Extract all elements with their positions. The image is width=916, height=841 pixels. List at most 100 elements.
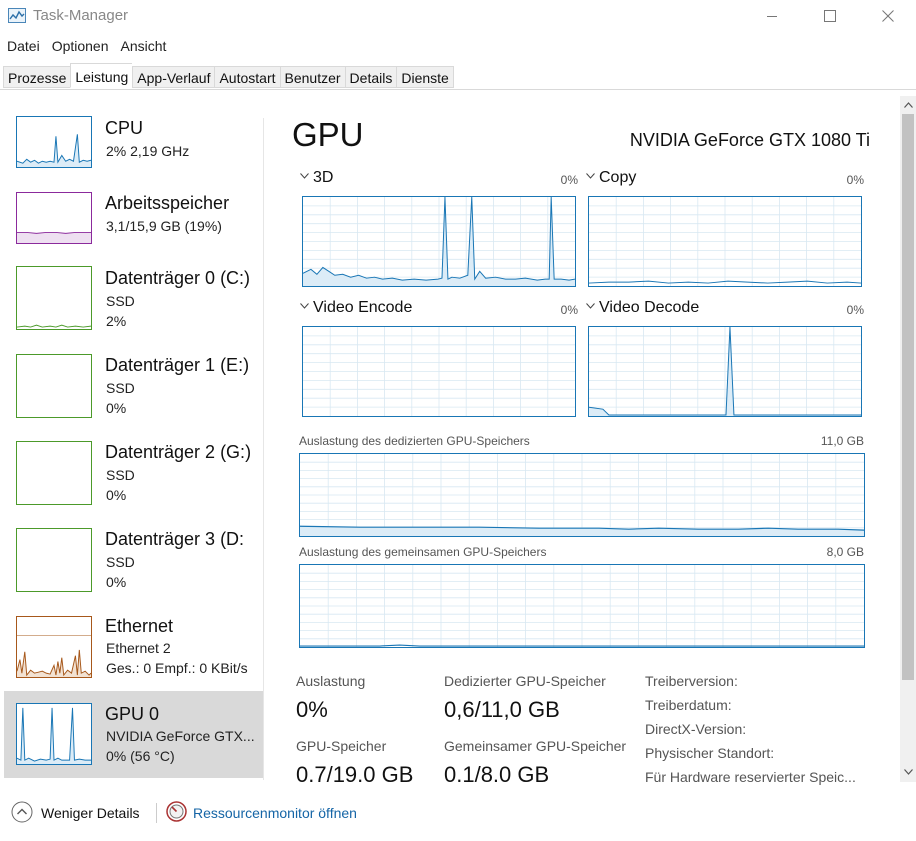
engine-selector-copy[interactable]: Copy [586,169,636,187]
maximize-icon [824,10,836,22]
footer-bar: Weniger Details Ressourcenmonitor öffnen [0,790,916,841]
title-bar: Task-Manager [0,0,916,32]
sidebar-item-value: 0% (56 °C) [106,748,175,764]
engine-label: Video Decode [599,299,700,316]
sidebar-item-memory[interactable]: Arbeitsspeicher 3,1/15,9 GB (19%) [4,186,263,256]
graph-dedicated-memory [299,453,865,537]
tab-autostart[interactable]: Autostart [214,66,280,88]
sidebar-item-cpu[interactable]: CPU 2% 2,19 GHz [4,104,263,186]
directx-version-label: DirectX-Version: [645,721,747,737]
sidebar-item-title: Datenträger 2 (G:) [105,442,252,462]
sidebar-item-detail: SSD [106,554,135,570]
minimize-button[interactable] [743,0,801,32]
driver-version-label: Treiberversion: [645,673,738,689]
hardware-reserved-memory-label: Für Hardware reservierter Speic... [645,769,856,785]
scroll-down-button[interactable] [900,764,916,780]
sidebar-item-disk-2[interactable]: Datenträger 2 (G:) SSD 0% [4,429,263,516]
sidebar-divider [263,118,264,780]
sidebar-item-ethernet[interactable]: Ethernet Ethernet 2 Ges.: 0 Empf.: 0 KBi… [4,603,263,691]
tab-details[interactable]: Details [344,66,397,88]
utilization-label: Auslastung [296,673,366,689]
chevron-down-icon [586,173,595,179]
sidebar-item-value: 0% [106,574,127,590]
tab-dienste[interactable]: Dienste [396,66,454,88]
tab-bar: Prozesse Leistung App-Verlauf Autostart … [0,63,916,90]
engine-selector-3d[interactable]: 3D [300,169,333,187]
gpu-model-name: NVIDIA GeForce GTX 1080 Ti [629,130,870,150]
engine-label: 3D [313,169,334,186]
sidebar-item-value: 0% [106,400,127,416]
sidebar-item-value: Ges.: 0 Empf.: 0 KBit/s [106,660,248,676]
scroll-up-button[interactable] [900,97,916,113]
gpu-memory-value: 0.7/19.0 GB [296,762,414,787]
sidebar-item-detail: SSD [106,293,135,309]
graph-grid [303,327,575,416]
sidebar-item-value: 0% [106,487,127,503]
chevron-down-icon [586,303,595,309]
graph-grid [589,197,861,286]
sidebar-item-disk-1[interactable]: Datenträger 1 (E:) SSD 0% [4,342,263,429]
utilization-value: 0% [296,697,328,722]
shared-gpu-memory-label: Gemeinsamer GPU-Speicher [444,738,627,754]
chevron-down-icon [903,769,913,775]
minimize-icon [767,16,777,17]
sidebar-item-gpu-0[interactable]: GPU 0 NVIDIA GeForce GTX... 0% (56 °C) [4,691,263,778]
menu-bar: Datei Optionen Ansicht [0,36,171,58]
tab-leistung[interactable]: Leistung [70,63,133,88]
dedicated-gpu-memory-value: 0,6/11,0 GB [444,697,560,722]
tab-benutzer[interactable]: Benutzer [279,66,345,88]
chevron-up-icon [903,102,913,108]
tab-app-verlauf[interactable]: App-Verlauf [132,66,215,88]
scroll-thumb[interactable] [902,114,914,680]
disk-0-thumbnail [16,266,92,330]
graph-video-encode [302,326,576,417]
chevron-down-icon [300,173,309,179]
graph-grid [589,327,861,416]
chevron-up-circle-icon[interactable] [11,801,33,823]
tab-prozesse[interactable]: Prozesse [3,66,71,88]
open-resource-monitor-link[interactable]: Ressourcenmonitor öffnen [193,805,357,821]
sidebar-item-title: Datenträger 3 (D: [105,529,245,549]
sidebar-item-title: Ethernet [105,616,174,636]
menu-datei[interactable]: Datei [0,36,45,58]
disk-2-thumbnail [16,441,92,505]
engine-selector-video-encode[interactable]: Video Encode [300,299,412,317]
engine-selector-video-decode[interactable]: Video Decode [586,299,699,317]
engine-value: 0% [560,173,578,187]
dedicated-memory-label: Auslastung des dedizierten GPU-Speichers [299,434,530,448]
memory-thumbnail [16,192,92,244]
gpu-0-thumbnail [16,703,92,765]
close-button[interactable] [859,0,916,32]
menu-optionen[interactable]: Optionen [45,36,114,58]
ethernet-thumbnail [16,616,92,678]
cpu-thumbnail [16,116,92,168]
engine-value: 0% [846,303,864,317]
graph-3d [302,196,576,287]
shared-memory-label: Auslastung des gemeinsamen GPU-Speichers [299,545,547,559]
sidebar-item-disk-3[interactable]: Datenträger 3 (D: SSD 0% [4,516,263,603]
resource-monitor-icon[interactable] [166,801,187,822]
graph-grid [300,454,864,536]
graph-grid [303,197,575,286]
disk-3-thumbnail [16,528,92,592]
fewer-details-button[interactable]: Weniger Details [41,805,140,821]
maximize-button[interactable] [801,0,859,32]
page-title: GPU [292,116,364,153]
task-manager-icon [8,8,26,23]
sidebar-item-detail: Ethernet 2 [106,640,171,656]
sidebar-item-title: GPU 0 [105,704,160,724]
sidebar-item-detail: SSD [106,380,135,396]
graph-shared-memory [299,564,865,648]
driver-date-label: Treiberdatum: [645,697,732,713]
physical-location-label: Physischer Standort: [645,745,775,761]
menu-ansicht[interactable]: Ansicht [114,36,172,58]
sidebar-item-detail: NVIDIA GeForce GTX... [106,728,255,744]
sidebar-item-title: CPU [105,118,144,138]
sidebar-item-disk-0[interactable]: Datenträger 0 (C:) SSD 2% [4,256,263,342]
engine-label: Video Encode [313,299,413,316]
close-icon [882,10,894,22]
vertical-scrollbar[interactable] [900,96,916,782]
resource-sidebar: CPU 2% 2,19 GHz Arbeitsspeicher 3,1/15,9… [4,104,263,779]
gpu-memory-label: GPU-Speicher [296,738,387,754]
engine-value: 0% [846,173,864,187]
